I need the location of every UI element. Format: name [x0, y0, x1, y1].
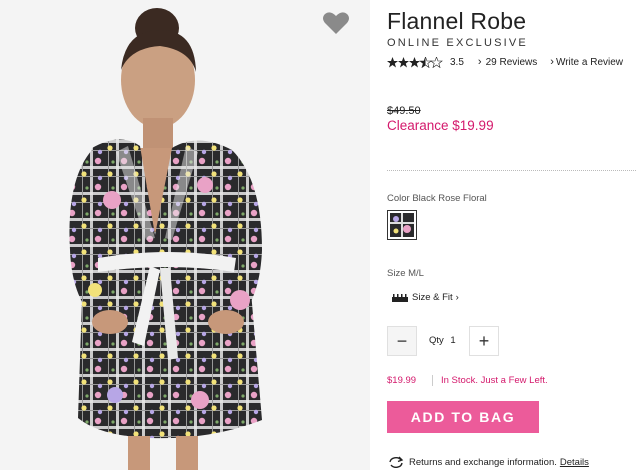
color-swatch-black-rose-floral[interactable]	[387, 210, 417, 240]
qty-value: 1	[450, 335, 456, 346]
reviews-link[interactable]: 29 Reviews	[486, 57, 538, 68]
size-fit-label: Size & Fit	[412, 292, 453, 303]
rating-row: 3.5 › 29 Reviews › Write a Review	[387, 55, 623, 69]
color-label: Color Black Rose Floral	[387, 193, 487, 204]
qty-display: Qty 1	[429, 335, 456, 346]
robe-model-illustration	[69, 8, 262, 470]
color-value: Black Rose Floral	[412, 193, 487, 204]
chevron-right-icon: ›	[550, 56, 554, 68]
product-photo[interactable]	[0, 0, 370, 470]
size-value: M/L	[408, 268, 424, 279]
returns-details-link[interactable]: Details	[560, 457, 589, 468]
return-arrows-icon	[389, 456, 404, 468]
qty-decrease-button[interactable]: −	[387, 326, 417, 356]
returns-text: Returns and exchange information.	[409, 456, 557, 468]
product-title: Flannel Robe	[387, 8, 527, 34]
swatch-pattern	[390, 213, 414, 237]
chevron-right-icon: ›	[477, 56, 482, 68]
divider	[387, 170, 636, 171]
rating-value: 3.5	[450, 56, 464, 68]
size-label: Size M/L	[387, 268, 424, 279]
returns-info: Returns and exchange information. Detail…	[387, 456, 589, 468]
ruler-icon	[392, 293, 408, 302]
star-rating	[387, 56, 443, 68]
line-price: $19.99	[387, 375, 417, 386]
stars-icon	[387, 56, 443, 68]
qty-increase-button[interactable]: +	[469, 326, 499, 356]
size-label-text: Size	[387, 268, 406, 279]
qty-label: Qty	[429, 335, 444, 346]
sale-price: Clearance $19.99	[387, 118, 494, 133]
write-review-link[interactable]: Write a Review	[556, 57, 623, 68]
original-price: $49.50	[387, 105, 421, 117]
size-fit-link[interactable]: Size & Fit ›	[392, 292, 459, 303]
product-subtitle: ONLINE EXCLUSIVE	[387, 37, 528, 49]
chevron-right-icon: ›	[455, 292, 459, 303]
color-label-text: Color	[387, 193, 410, 204]
stock-status: In Stock. Just a Few Left.	[432, 375, 548, 386]
wishlist-heart-icon[interactable]	[322, 10, 350, 36]
add-to-bag-button[interactable]: ADD TO BAG	[387, 401, 539, 433]
